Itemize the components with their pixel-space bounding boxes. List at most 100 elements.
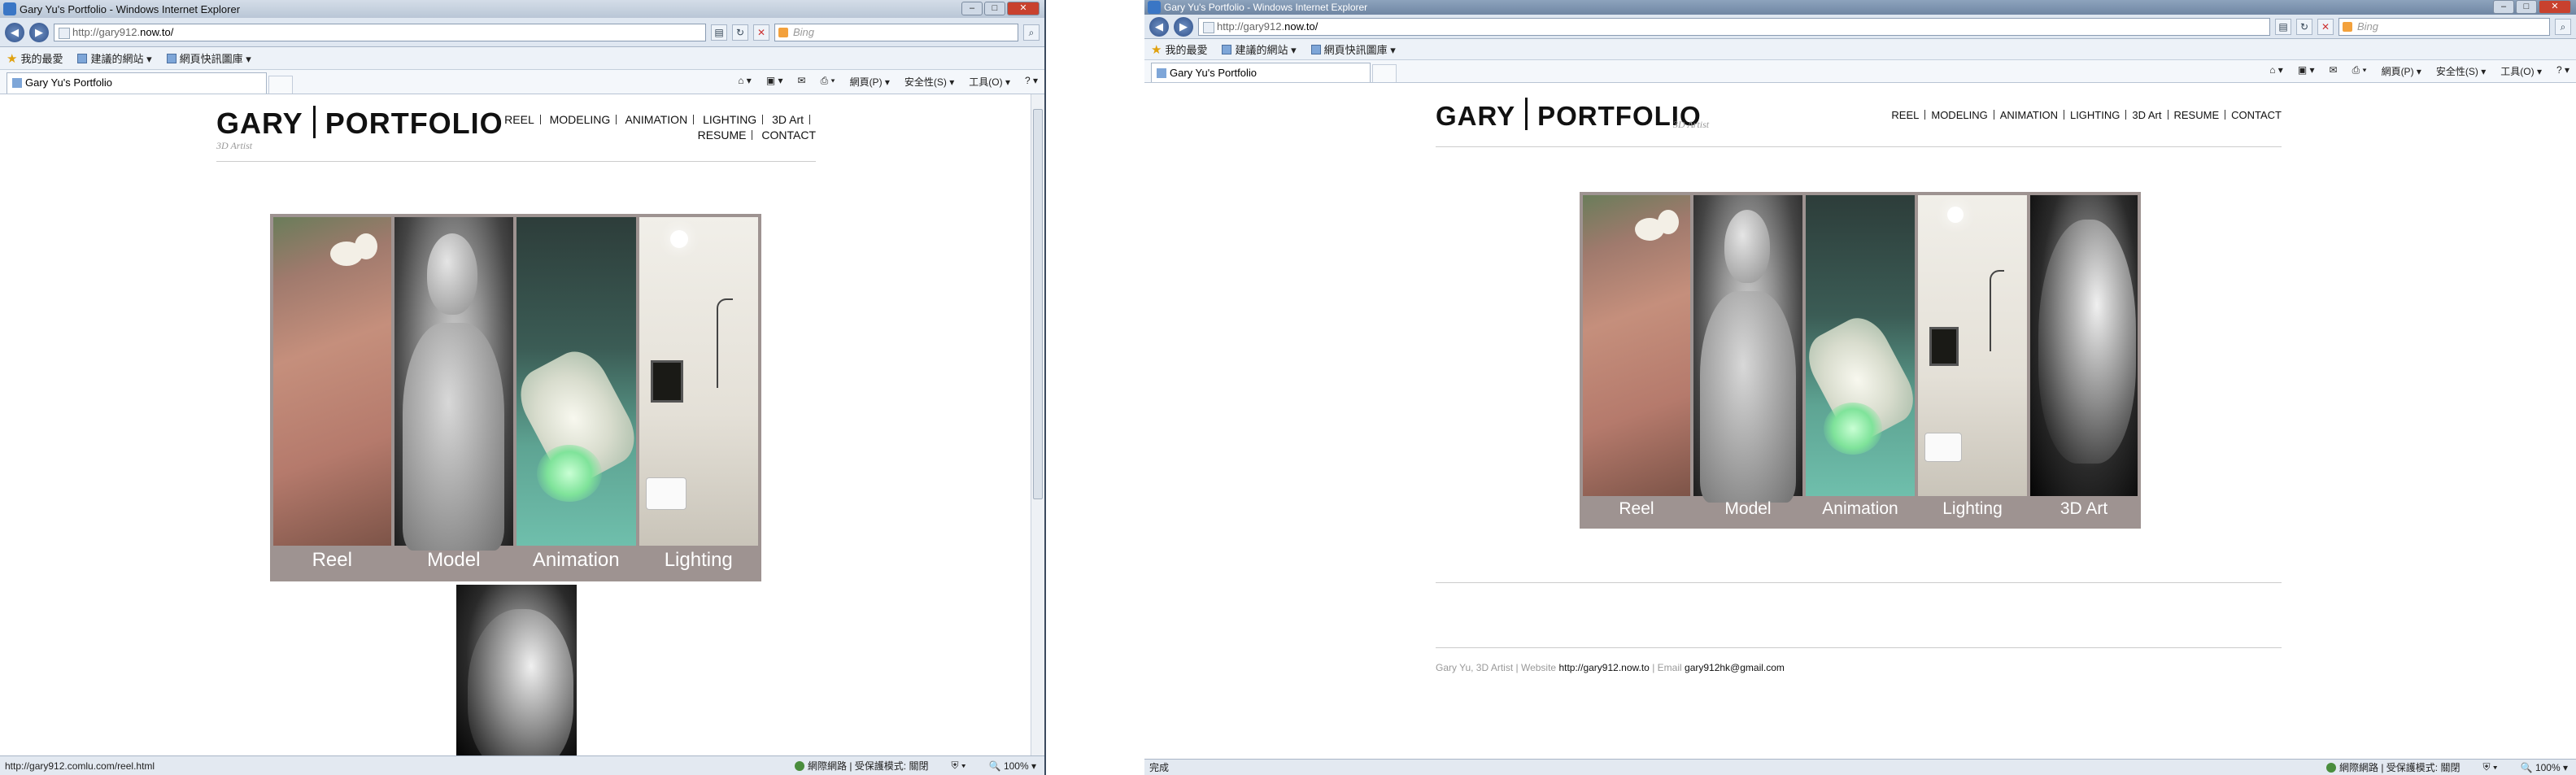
nav-resume[interactable]: RESUME <box>698 128 747 142</box>
title-bar: Gary Yu's Portfolio - Windows Internet E… <box>0 0 1044 18</box>
address-toolbar: ◀ ▶ http://gary912.now.to/ ▤ ↻ ✕ Bing ⌕ <box>1144 15 2576 39</box>
gallery: Reel Model Animation <box>1580 192 2141 529</box>
panel-caption: Animation <box>1822 499 1898 518</box>
new-tab-button[interactable] <box>268 76 293 94</box>
home-icon[interactable]: ⌂ ▾ <box>2269 64 2283 78</box>
vertical-scrollbar[interactable] <box>1031 94 1044 755</box>
print-icon[interactable]: ⎙ ▾ <box>821 75 835 89</box>
mail-icon[interactable]: ✉ <box>798 75 806 89</box>
nav-reel[interactable]: REEL <box>504 113 534 126</box>
footer-website-link[interactable]: http://gary912.now.to <box>1558 662 1649 673</box>
help-menu[interactable]: ? ▾ <box>1025 75 1038 89</box>
nav-modeling[interactable]: MODELING <box>1931 109 1987 121</box>
zoom-control[interactable]: 🔍 100% ▾ <box>2521 762 2568 773</box>
panel-caption: Animation <box>532 549 620 571</box>
compatibility-icon[interactable]: ▤ <box>2275 18 2291 35</box>
web-slice-gallery-button[interactable]: 網頁快訊圖庫 ▾ <box>1310 41 1396 57</box>
compatibility-icon[interactable]: ▤ <box>711 24 727 41</box>
protected-mode-icon[interactable]: ⛨ ▾ <box>951 760 965 772</box>
panel-animation[interactable]: Animation <box>1806 195 1915 525</box>
address-input[interactable]: http://gary912.now.to/ <box>1198 17 2270 36</box>
search-icon[interactable]: ⌕ <box>1023 24 1040 41</box>
page-menu[interactable]: 網頁(P) ▾ <box>850 75 890 89</box>
panel-reel[interactable]: Reel <box>273 217 391 578</box>
scroll-thumb[interactable] <box>1033 109 1043 499</box>
refresh-icon[interactable]: ↻ <box>2296 18 2312 35</box>
search-icon[interactable]: ⌕ <box>2555 18 2571 35</box>
footer-email-link[interactable]: gary912hk@gmail.com <box>1685 662 1785 673</box>
status-bar: http://gary912.comlu.com/reel.html 網際網路 … <box>0 755 1044 775</box>
nav-lighting[interactable]: LIGHTING <box>2070 109 2120 121</box>
panel-reel[interactable]: Reel <box>1583 195 1690 525</box>
back-button[interactable]: ◀ <box>1149 16 1169 37</box>
panel-lighting[interactable]: Lighting <box>1918 195 2027 525</box>
safety-menu[interactable]: 安全性(S) ▾ <box>2436 64 2486 78</box>
home-icon[interactable]: ⌂ ▾ <box>738 75 752 89</box>
zoom-control[interactable]: 🔍 100% ▾ <box>989 760 1036 772</box>
panel-model[interactable]: Model <box>1693 195 1802 525</box>
panel-lighting[interactable]: Lighting <box>639 217 758 578</box>
window-gap <box>1048 0 1144 775</box>
favorites-bar: ★ 我的最愛 建議的網站 ▾ 網頁快訊圖庫 ▾ <box>0 47 1044 70</box>
panel-model[interactable]: Model <box>394 217 513 578</box>
new-tab-button[interactable] <box>1372 64 1397 82</box>
close-button[interactable]: ✕ <box>1007 2 1040 15</box>
stop-icon[interactable]: ✕ <box>2317 18 2334 35</box>
nav-3d-art[interactable]: 3D Art <box>2132 109 2161 121</box>
nav-contact[interactable]: CONTACT <box>2231 109 2282 121</box>
header-divider <box>216 161 816 162</box>
print-icon[interactable]: ⎙ ▾ <box>2352 64 2367 78</box>
safety-menu[interactable]: 安全性(S) ▾ <box>904 75 954 89</box>
nav-reel[interactable]: REEL <box>1891 109 1919 121</box>
tools-menu[interactable]: 工具(O) ▾ <box>2500 64 2542 78</box>
window-controls: – □ ✕ <box>961 2 1040 15</box>
page-menu[interactable]: 網頁(P) ▾ <box>2382 64 2421 78</box>
nav-animation[interactable]: ANIMATION <box>625 113 687 126</box>
tab-active[interactable]: Gary Yu's Portfolio <box>1151 63 1371 82</box>
gallery: Reel Model Animation <box>270 214 761 581</box>
tab-active[interactable]: Gary Yu's Portfolio <box>7 72 267 94</box>
nav-lighting[interactable]: LIGHTING <box>703 113 756 126</box>
favorites-bar: ★ 我的最愛 建議的網站 ▾ 網頁快訊圖庫 ▾ <box>1144 39 2576 60</box>
panel-3d-art[interactable] <box>456 585 577 755</box>
site-title: GARY PORTFOLIO <box>216 106 503 141</box>
feeds-icon[interactable]: ▣ ▾ <box>766 75 783 89</box>
mail-icon[interactable]: ✉ <box>2330 64 2338 78</box>
stop-icon[interactable]: ✕ <box>753 24 769 41</box>
panel-animation[interactable]: Animation <box>517 217 636 578</box>
tab-bar: Gary Yu's Portfolio ⌂ ▾ ▣ ▾ ✉ ⎙ ▾ 網頁(P) … <box>1144 60 2576 83</box>
close-button[interactable]: ✕ <box>2539 0 2571 14</box>
address-prefix: http://gary912. <box>72 25 141 38</box>
forward-button[interactable]: ▶ <box>29 22 49 42</box>
nav-animation[interactable]: ANIMATION <box>2000 109 2058 121</box>
site-title: GARY PORTFOLIO <box>1436 98 1702 132</box>
minimize-button[interactable]: – <box>2493 0 2514 14</box>
globe-icon <box>2325 763 2336 773</box>
panel-caption: Model <box>1724 499 1772 518</box>
tools-menu[interactable]: 工具(O) ▾ <box>969 75 1010 89</box>
nav-modeling[interactable]: MODELING <box>550 113 611 126</box>
suggested-sites-button[interactable]: 建議的網站 ▾ <box>77 50 152 66</box>
maximize-button[interactable]: □ <box>984 2 1005 15</box>
minimize-button[interactable]: – <box>961 2 983 15</box>
window-title: Gary Yu's Portfolio - Windows Internet E… <box>1164 2 1368 13</box>
suggested-sites-button[interactable]: 建議的網站 ▾ <box>1222 41 1297 57</box>
maximize-button[interactable]: □ <box>2516 0 2537 14</box>
refresh-icon[interactable]: ↻ <box>732 24 748 41</box>
favorites-button[interactable]: ★ 我的最愛 <box>7 50 63 66</box>
status-text: http://gary912.comlu.com/reel.html <box>5 760 155 772</box>
feeds-icon[interactable]: ▣ ▾ <box>2298 64 2315 78</box>
nav-3d-art[interactable]: 3D Art <box>772 113 804 126</box>
web-slice-gallery-button[interactable]: 網頁快訊圖庫 ▾ <box>166 50 251 66</box>
nav-resume[interactable]: RESUME <box>2174 109 2220 121</box>
back-button[interactable]: ◀ <box>5 22 24 42</box>
search-input[interactable]: Bing <box>2338 17 2550 36</box>
address-input[interactable]: http://gary912.now.to/ <box>54 23 706 41</box>
search-input[interactable]: Bing <box>774 23 1018 41</box>
protected-mode-icon[interactable]: ⛨ ▾ <box>2482 761 2497 773</box>
panel-3d-art[interactable]: 3D Art <box>2030 195 2138 525</box>
nav-contact[interactable]: CONTACT <box>761 128 816 142</box>
favorites-button[interactable]: ★ 我的最愛 <box>1151 41 1207 57</box>
help-menu[interactable]: ? ▾ <box>2556 64 2569 78</box>
forward-button[interactable]: ▶ <box>1174 16 1193 37</box>
